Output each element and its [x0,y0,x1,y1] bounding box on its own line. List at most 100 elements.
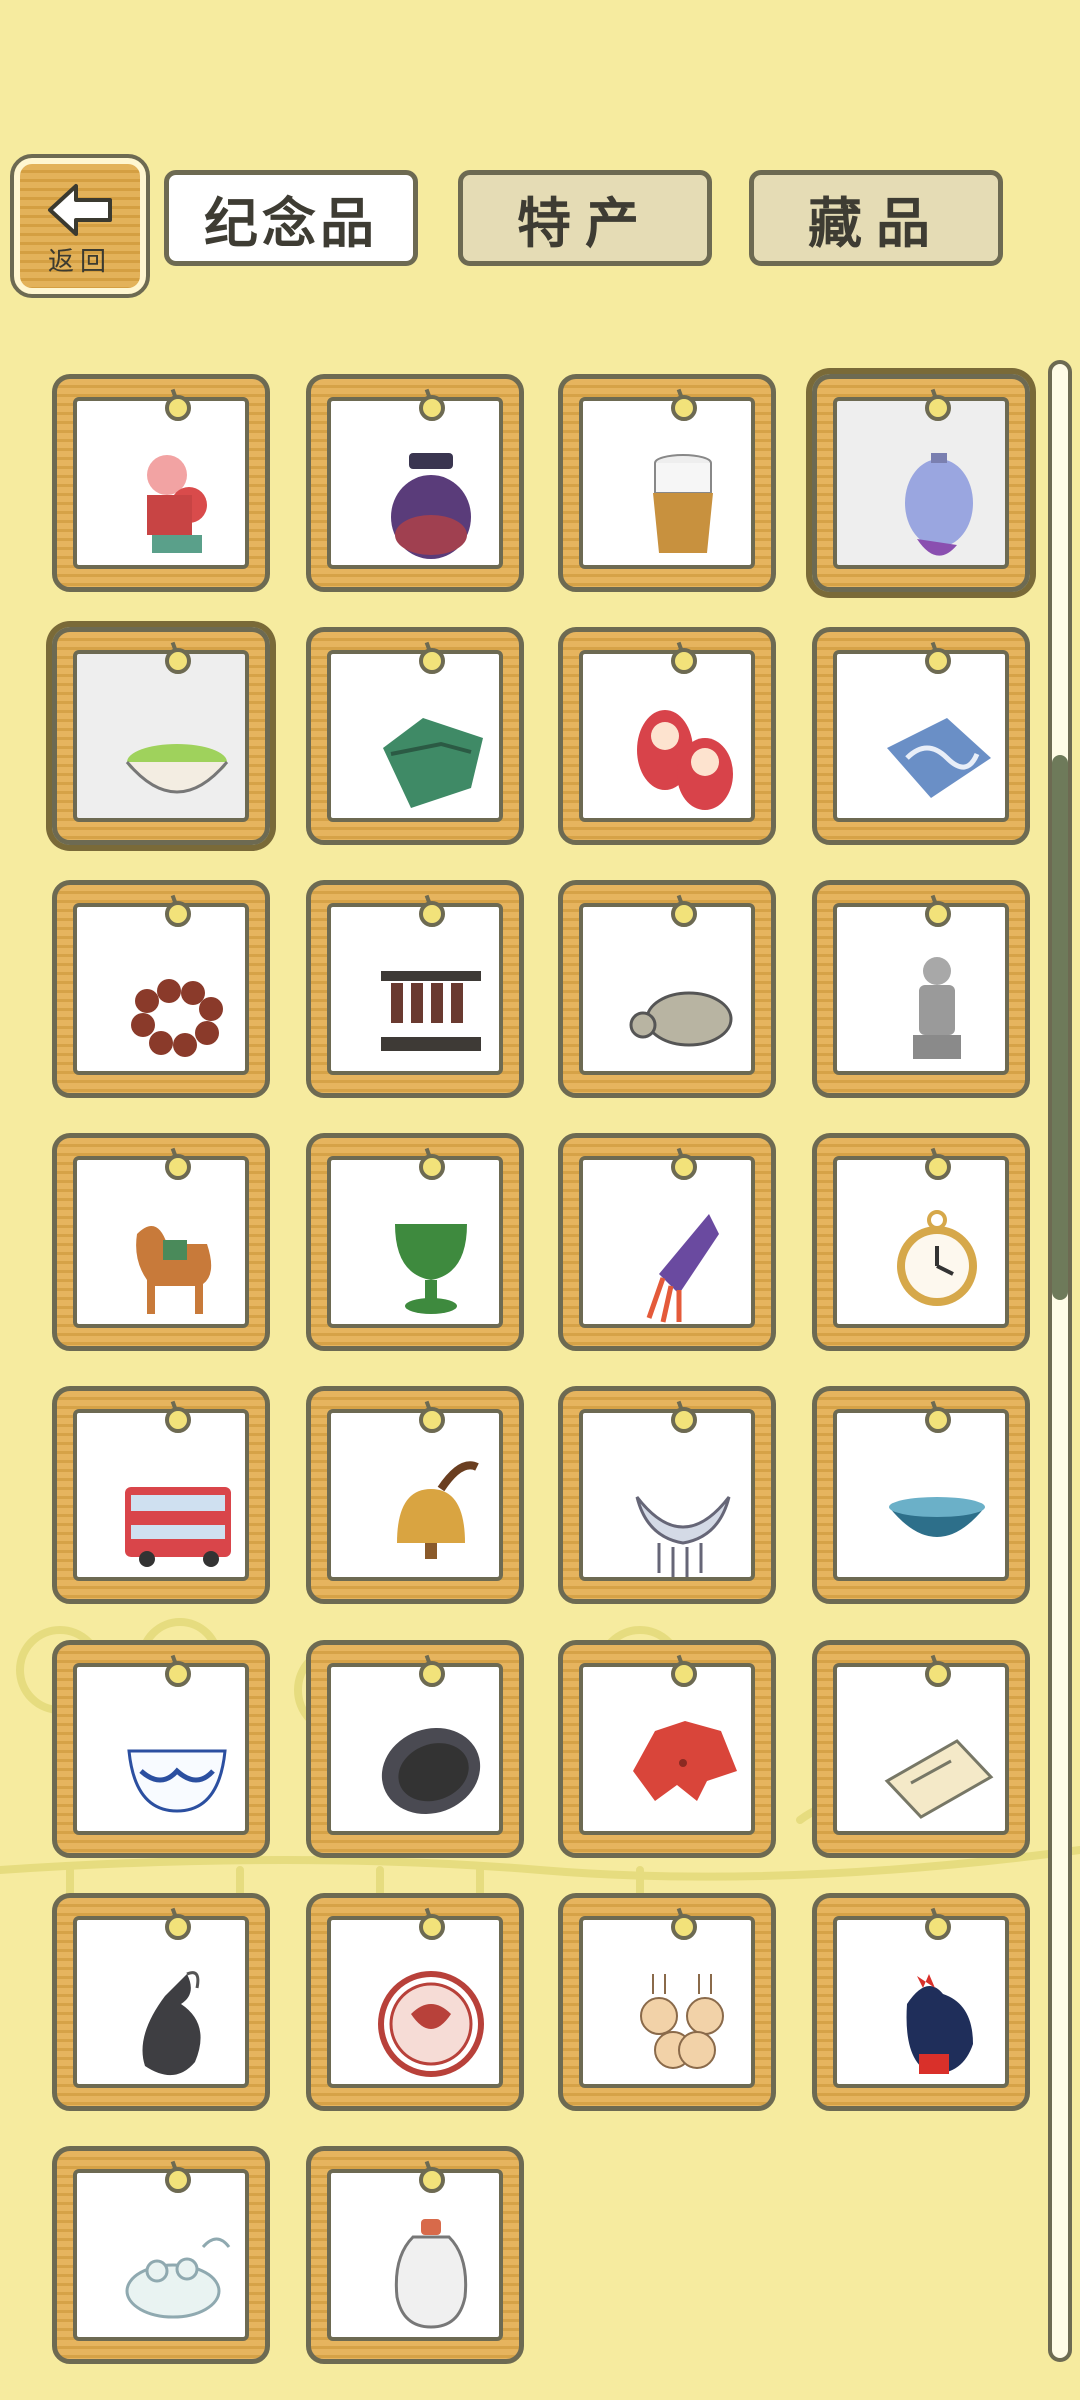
hanging-hook-icon [925,1154,951,1180]
hanging-hook-icon [165,1154,191,1180]
souvenir-card[interactable] [52,374,270,592]
souvenir-card[interactable] [558,374,776,592]
card-frame [327,1907,503,2088]
card-frame [73,2160,249,2341]
scrollbar-thumb[interactable] [1052,755,1068,1300]
card-frame [833,641,1009,822]
souvenir-card[interactable] [558,1133,776,1351]
tang-horse-icon [136,1226,212,1314]
souvenir-card[interactable] [812,1893,1030,2111]
souvenir-card[interactable] [558,880,776,1098]
souvenir-card[interactable] [812,1386,1030,1604]
scrollbar[interactable] [1048,360,1072,2362]
card-frame [73,1147,249,1328]
souvenir-card[interactable] [558,627,776,845]
card-frame [579,641,755,822]
jade-frog-icon [125,2237,231,2319]
double-decker-bus-icon [125,1487,231,1567]
green-goblet-icon [395,1224,467,1314]
souvenir-card[interactable] [306,1640,524,1858]
card-frame [73,1654,249,1835]
souvenir-card[interactable] [812,1640,1030,1858]
hanging-hook-icon [925,395,951,421]
hanging-hook-icon [419,648,445,674]
bead-bracelet-icon [131,979,223,1057]
snuff-bottle-icon [394,2219,468,2329]
souvenir-card[interactable] [306,1893,524,2111]
souvenir-card[interactable] [52,1640,270,1858]
card-frame [327,2160,503,2341]
hanging-hook-icon [165,2167,191,2193]
souvenir-card[interactable] [812,1133,1030,1351]
card-frame [833,1907,1009,2088]
souvenir-card[interactable] [558,1640,776,1858]
souvenir-card[interactable] [52,1133,270,1351]
hanging-hook-icon [671,1154,697,1180]
card-frame [579,388,755,569]
silver-necklace-icon [635,1496,731,1577]
turtle-statue-icon [629,991,733,1047]
hanging-hook-icon [419,901,445,927]
card-frame [833,1654,1009,1835]
hanging-hook-icon [419,1407,445,1433]
hanging-hook-icon [925,1407,951,1433]
brass-bell-icon [397,1461,479,1559]
hanging-hook-icon [671,648,697,674]
black-stone-pendant-icon [142,1971,201,2076]
card-frame [327,1147,503,1328]
hanging-hook-icon [165,901,191,927]
card-frame [73,894,249,1075]
hanging-hook-icon [671,1914,697,1940]
card-frame [327,388,503,569]
souvenir-card[interactable] [812,627,1030,845]
souvenir-card[interactable] [52,880,270,1098]
souvenir-card[interactable] [52,1386,270,1604]
souvenir-card[interactable] [52,1893,270,2111]
card-frame [579,1654,755,1835]
hanging-hook-icon [671,1407,697,1433]
hanging-hook-icon [165,1914,191,1940]
black-inkstone-icon [381,1727,481,1815]
souvenir-card[interactable] [306,374,524,592]
card-frame [579,1907,755,2088]
hanging-hook-icon [419,1914,445,1940]
matcha-bowl-icon [125,744,229,794]
souvenir-card[interactable] [52,627,270,845]
paper-booklet-icon [884,1739,994,1819]
hanging-hook-icon [671,901,697,927]
card-frame [73,388,249,569]
hanging-hook-icon [419,1661,445,1687]
hanging-hook-icon [165,1407,191,1433]
card-frame [833,388,1009,569]
card-frame [833,1147,1009,1328]
pocket-watch-icon [897,1210,977,1306]
hanging-hook-icon [925,1661,951,1687]
souvenir-card[interactable] [306,1133,524,1351]
woven-cup-icon [653,454,713,553]
tassel-charm-icon [646,1214,719,1323]
souvenir-card[interactable] [812,880,1030,1098]
tea-bowl-icon [889,1497,985,1537]
souvenir-card[interactable] [306,627,524,845]
hanging-hook-icon [925,901,951,927]
souvenir-card[interactable] [306,880,524,1098]
inkstone-icon [383,718,483,808]
souvenir-card[interactable] [558,1386,776,1604]
card-frame [73,641,249,822]
souvenir-card[interactable] [306,2146,524,2364]
matryoshka-dolls-icon [637,710,733,810]
souvenir-card[interactable] [306,1386,524,1604]
red-seal-icon [378,1971,484,2077]
terracotta-warrior-icon [913,957,961,1059]
souvenir-card[interactable] [812,374,1030,592]
cloisonne-vase-icon [905,453,973,556]
hanging-hook-icon [671,395,697,421]
souvenir-card[interactable] [558,1893,776,2111]
hanging-hook-icon [165,1661,191,1687]
porcelain-cup-icon [127,1749,227,1813]
souvenir-card[interactable] [52,2146,270,2364]
hanging-hook-icon [671,1661,697,1687]
chime-bells-icon [381,971,481,1051]
hanging-hook-icon [419,1154,445,1180]
rabbit-figures-icon [640,1974,724,2069]
